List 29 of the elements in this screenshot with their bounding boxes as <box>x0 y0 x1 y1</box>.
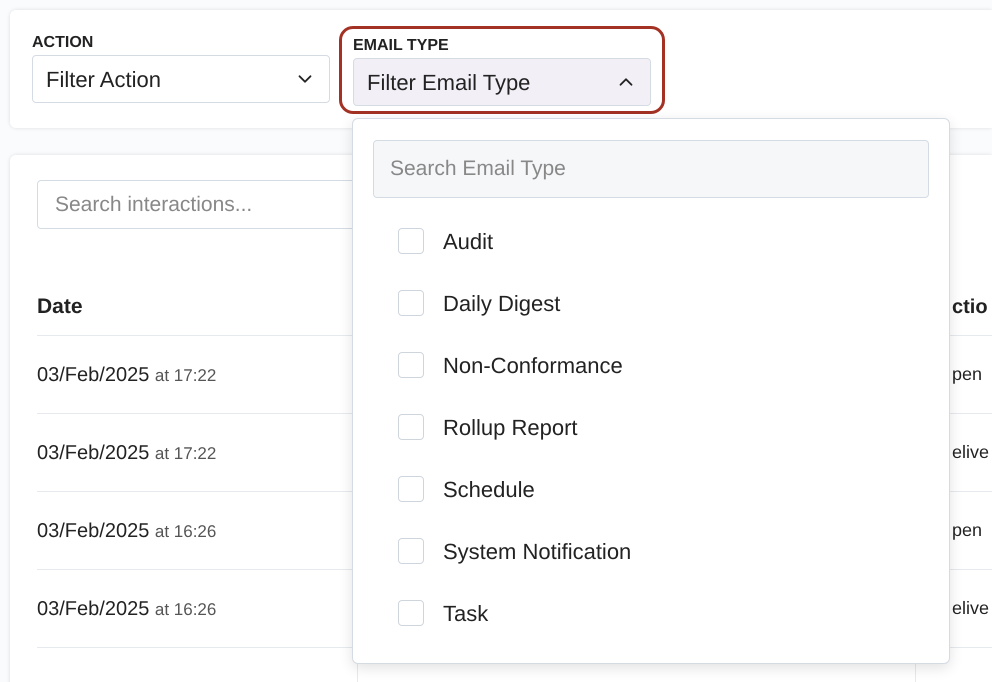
date-cell: 03/Feb/2025 at 16:26 <box>37 598 216 620</box>
column-header: ctio <box>952 295 988 320</box>
option-label[interactable]: Schedule <box>443 472 535 506</box>
option-label[interactable]: Non-Conformance <box>443 348 623 382</box>
table-cell: elive <box>952 598 990 618</box>
filter-select[interactable]: Filter Email Type <box>353 58 651 106</box>
checkbox[interactable] <box>398 352 424 378</box>
option-label[interactable]: Rollup Report <box>443 410 578 444</box>
table-cell: elive <box>952 442 990 462</box>
date-cell: 03/Feb/2025 at 17:22 <box>37 364 216 386</box>
option-label[interactable]: System Notification <box>443 534 632 568</box>
option-label[interactable]: Audit <box>443 224 494 258</box>
filter-label: EMAIL TYPE <box>353 36 449 56</box>
search-field[interactable]: Search Email Type <box>373 140 929 198</box>
filter-select[interactable]: Filter Action <box>32 55 330 103</box>
option-label[interactable]: Daily Digest <box>443 286 560 320</box>
table-cell: pen <box>952 364 982 384</box>
checkbox[interactable] <box>398 600 424 626</box>
checkbox[interactable] <box>398 228 424 254</box>
checkbox[interactable] <box>398 538 424 564</box>
checkbox[interactable] <box>398 290 424 316</box>
checkbox[interactable] <box>398 414 424 440</box>
table-cell: pen <box>952 520 982 540</box>
option-label[interactable]: Task <box>443 596 488 630</box>
date-cell: 03/Feb/2025 at 17:22 <box>37 442 216 464</box>
column-header: Date <box>37 294 83 320</box>
date-cell: 03/Feb/2025 at 16:26 <box>37 520 216 542</box>
checkbox[interactable] <box>398 476 424 502</box>
filter-label: ACTION <box>32 33 94 53</box>
